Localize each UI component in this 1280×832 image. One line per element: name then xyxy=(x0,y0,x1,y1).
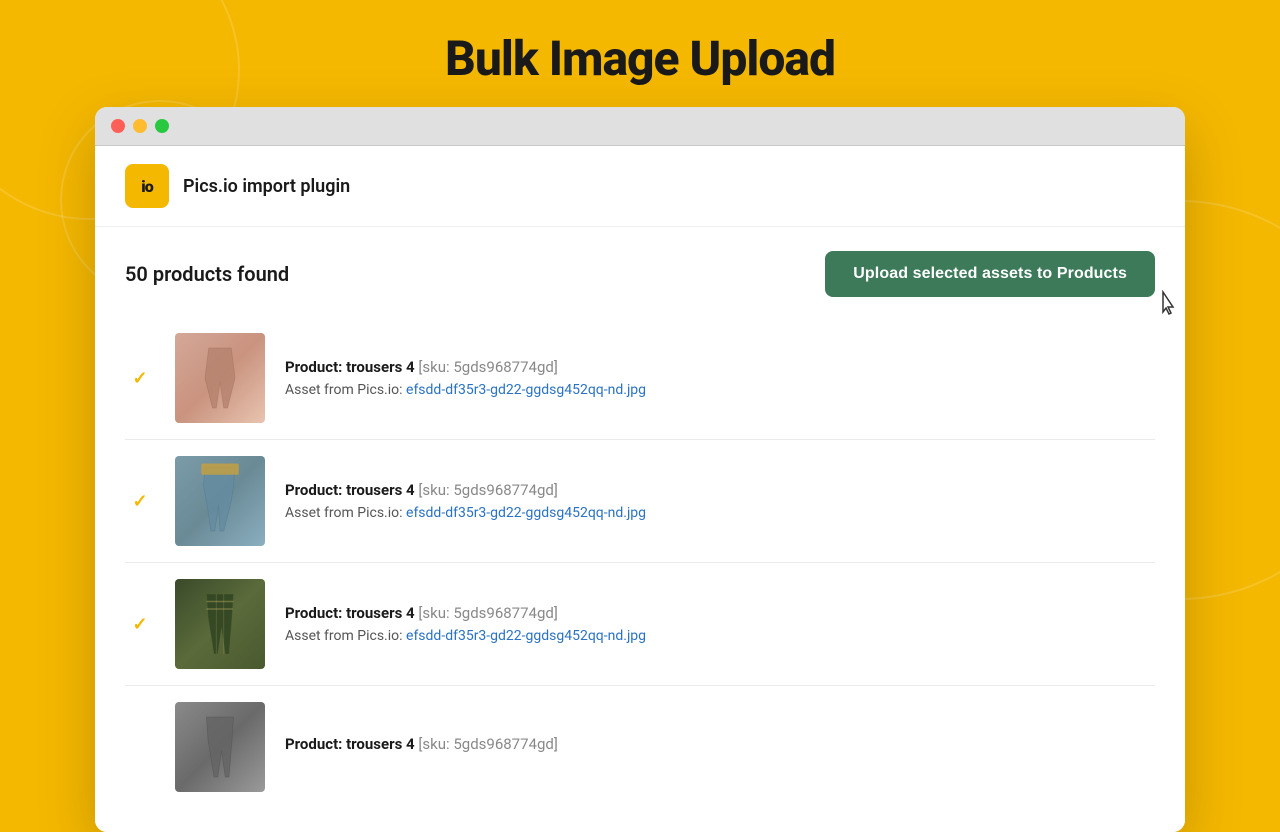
checkbox-1[interactable]: ✓ xyxy=(125,367,155,389)
product-name-4: Product: trousers 4 [sku: 5gds968774gd] xyxy=(285,735,1155,753)
title-bar xyxy=(95,107,1185,146)
list-item: ✓ Product: trousers 4 [sku: 5gds968774gd… xyxy=(125,440,1155,563)
list-item: ✓ Product: trousers 4 [sku: 5gds968774gd… xyxy=(125,317,1155,440)
product-image-3 xyxy=(175,579,265,669)
checkmark-icon: ✓ xyxy=(129,367,151,389)
product-name-2: Product: trousers 4 [sku: 5gds968774gd] xyxy=(285,481,1155,499)
top-bar: 50 products found Upload selected assets… xyxy=(125,251,1155,297)
list-item: ✓ Product: tr xyxy=(125,563,1155,686)
checkmark-icon: ✓ xyxy=(129,490,151,512)
asset-line-1: Asset from Pics.io: efsdd-df35r3-gd22-gg… xyxy=(285,382,1155,398)
asset-link-2[interactable]: efsdd-df35r3-gd22-ggdsg452qq-nd.jpg xyxy=(406,505,646,521)
page-title: Bulk Image Upload xyxy=(0,0,1280,107)
plugin-logo-text: io xyxy=(141,177,152,196)
product-image-svg xyxy=(190,707,250,787)
plugin-name: Pics.io import plugin xyxy=(183,176,350,197)
upload-button[interactable]: Upload selected assets to Products xyxy=(825,251,1155,297)
product-info-4: Product: trousers 4 [sku: 5gds968774gd] xyxy=(285,735,1155,759)
browser-window: io Pics.io import plugin 50 products fou… xyxy=(95,107,1185,832)
checkbox-4[interactable] xyxy=(125,736,155,758)
product-image-1 xyxy=(175,333,265,423)
product-info-3: Product: trousers 4 [sku: 5gds968774gd] … xyxy=(285,604,1155,644)
checkmark-icon: ✓ xyxy=(129,613,151,635)
products-count: 50 products found xyxy=(125,262,289,286)
plugin-header: io Pics.io import plugin xyxy=(95,146,1185,227)
checkbox-2[interactable]: ✓ xyxy=(125,490,155,512)
window-body: io Pics.io import plugin 50 products fou… xyxy=(95,146,1185,832)
product-image-svg xyxy=(190,338,250,418)
maximize-button[interactable] xyxy=(155,119,169,133)
asset-line-2: Asset from Pics.io: efsdd-df35r3-gd22-gg… xyxy=(285,505,1155,521)
main-content: 50 products found Upload selected assets… xyxy=(95,227,1185,832)
sku-1: [sku: 5gds968774gd] xyxy=(418,358,557,376)
sku-2: [sku: 5gds968774gd] xyxy=(418,481,557,499)
product-name-1: Product: trousers 4 [sku: 5gds968774gd] xyxy=(285,358,1155,376)
product-image-2 xyxy=(175,456,265,546)
list-item: Product: trousers 4 [sku: 5gds968774gd] xyxy=(125,686,1155,808)
sku-3: [sku: 5gds968774gd] xyxy=(418,604,557,622)
asset-link-1[interactable]: efsdd-df35r3-gd22-ggdsg452qq-nd.jpg xyxy=(406,382,646,398)
asset-line-3: Asset from Pics.io: efsdd-df35r3-gd22-gg… xyxy=(285,628,1155,644)
product-image-svg xyxy=(190,584,250,664)
sku-4: [sku: 5gds968774gd] xyxy=(418,735,557,753)
plugin-logo: io xyxy=(125,164,169,208)
checkbox-3[interactable]: ✓ xyxy=(125,613,155,635)
product-info-1: Product: trousers 4 [sku: 5gds968774gd] … xyxy=(285,358,1155,398)
product-image-4 xyxy=(175,702,265,792)
product-name-3: Product: trousers 4 [sku: 5gds968774gd] xyxy=(285,604,1155,622)
product-info-2: Product: trousers 4 [sku: 5gds968774gd] … xyxy=(285,481,1155,521)
product-list: ✓ Product: trousers 4 [sku: 5gds968774gd… xyxy=(125,317,1155,808)
asset-link-3[interactable]: efsdd-df35r3-gd22-ggdsg452qq-nd.jpg xyxy=(406,628,646,644)
close-button[interactable] xyxy=(111,119,125,133)
product-image-svg xyxy=(190,461,250,541)
minimize-button[interactable] xyxy=(133,119,147,133)
